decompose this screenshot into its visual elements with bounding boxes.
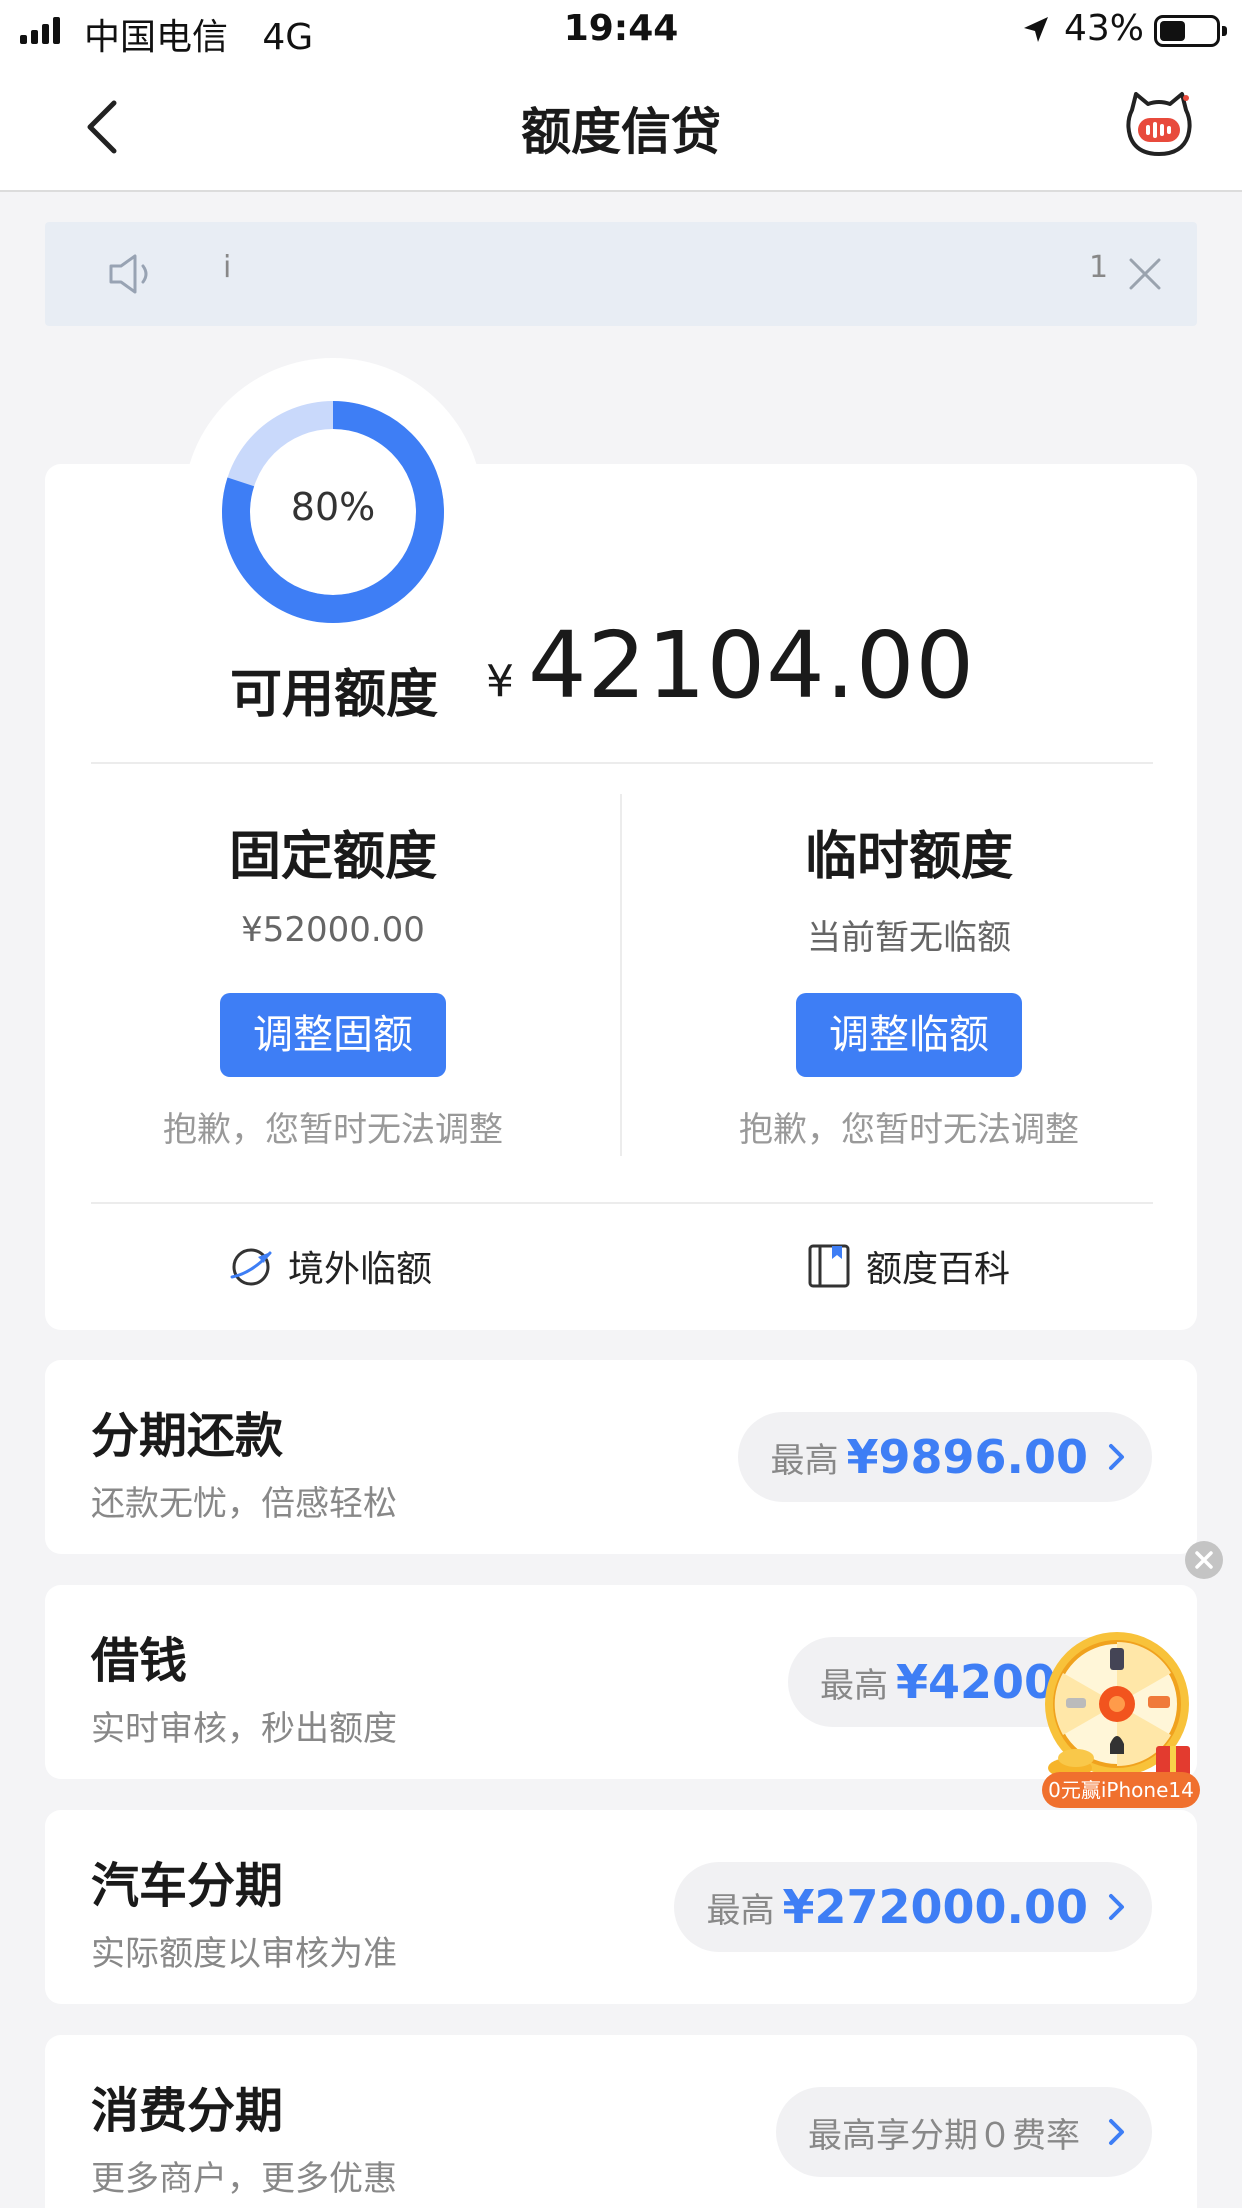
limit-prefix: 最高享分期０费率 bbox=[808, 2115, 1080, 2156]
chevron-right-icon bbox=[1109, 2119, 1124, 2145]
notice-banner[interactable]: i 1 bbox=[45, 222, 1197, 326]
product-title: 消费分期 bbox=[91, 2083, 284, 2139]
battery-icon bbox=[1154, 15, 1227, 47]
chevron-right-icon bbox=[1109, 1444, 1124, 1470]
divider bbox=[91, 762, 1153, 764]
product-subtitle: 实时审核，秒出额度 bbox=[91, 1709, 397, 1749]
product-title: 借钱 bbox=[91, 1633, 188, 1689]
product-card-borrow[interactable]: 借钱 实时审核，秒出额度 最高 ¥42000 bbox=[45, 1585, 1197, 1779]
notice-marquee-text-end: 1 bbox=[1089, 250, 1109, 285]
close-icon[interactable] bbox=[1125, 254, 1165, 294]
fixed-limit-title: 固定额度 bbox=[228, 827, 437, 887]
limit-wiki-label: 额度百科 bbox=[866, 1249, 1011, 1290]
cat-mascot-icon[interactable] bbox=[1124, 90, 1194, 160]
status-bar: 中国电信 4G 19:44 43% bbox=[0, 0, 1242, 62]
available-limit-label: 可用额度 bbox=[230, 665, 439, 725]
limit-prefix: 最高 bbox=[706, 1890, 775, 1931]
clock: 19:44 bbox=[563, 8, 679, 49]
globe-plane-icon bbox=[230, 1248, 272, 1286]
fixed-limit-amount: ¥52000.00 bbox=[241, 910, 425, 950]
product-subtitle: 更多商户，更多优惠 bbox=[91, 2159, 397, 2199]
limit-wiki-link[interactable]: 额度百科 bbox=[806, 1240, 1010, 1292]
overseas-limit-link[interactable]: 境外临额 bbox=[228, 1240, 432, 1292]
book-icon bbox=[808, 1244, 850, 1288]
usage-percent: 80% bbox=[290, 485, 376, 529]
notice-marquee-text: i bbox=[223, 250, 232, 285]
product-title: 分期还款 bbox=[91, 1408, 284, 1464]
divider bbox=[91, 1202, 1153, 1204]
location-arrow-icon bbox=[1024, 17, 1048, 42]
promo-label[interactable]: 0元赢iPhone14 bbox=[1042, 1772, 1200, 1808]
limit-prefix: 最高 bbox=[770, 1440, 839, 1481]
product-limit-pill[interactable]: 最高 ¥9896.00 bbox=[738, 1412, 1152, 1502]
overseas-limit-label: 境外临额 bbox=[288, 1249, 433, 1290]
product-title: 汽车分期 bbox=[91, 1858, 284, 1914]
battery-percent: 43% bbox=[1064, 8, 1145, 49]
product-subtitle: 实际额度以审核为准 bbox=[91, 1934, 397, 1974]
product-card-car-installment[interactable]: 汽车分期 实际额度以审核为准 最高 ¥272000.00 bbox=[45, 1810, 1197, 2004]
product-card-installment-repay[interactable]: 分期还款 还款无忧，倍感轻松 最高 ¥9896.00 bbox=[45, 1360, 1197, 1554]
product-subtitle: 还款无忧，倍感轻松 bbox=[91, 1484, 397, 1524]
temporary-limit-note: 抱歉，您暂时无法调整 bbox=[739, 1110, 1079, 1150]
product-limit-pill[interactable]: 最高 ¥272000.00 bbox=[674, 1862, 1152, 1952]
column-divider bbox=[620, 794, 622, 1156]
limit-amount: ¥272000.00 bbox=[782, 1880, 1088, 1934]
temporary-limit-status: 当前暂无临额 bbox=[807, 918, 1011, 958]
fixed-limit-note: 抱歉，您暂时无法调整 bbox=[163, 1110, 503, 1150]
limit-amount: ¥9896.00 bbox=[846, 1430, 1088, 1484]
speaker-icon bbox=[109, 254, 148, 294]
limit-prefix: 最高 bbox=[819, 1665, 888, 1706]
adjust-fixed-limit-button[interactable]: 调整固额 bbox=[220, 993, 446, 1077]
available-limit-amount: 42104.00 bbox=[528, 612, 975, 719]
currency-symbol: ¥ bbox=[486, 656, 514, 707]
product-limit-pill[interactable]: 最高享分期０费率 bbox=[776, 2087, 1152, 2177]
chevron-right-icon bbox=[1109, 1894, 1124, 1920]
page-title: 额度信贷 bbox=[521, 103, 721, 161]
adjust-temporary-limit-button[interactable]: 调整临额 bbox=[796, 993, 1022, 1077]
product-card-consumer-installment[interactable]: 消费分期 更多商户，更多优惠 最高享分期０费率 bbox=[45, 2035, 1197, 2208]
close-promo-icon[interactable] bbox=[1184, 1540, 1224, 1580]
temporary-limit-title: 临时额度 bbox=[804, 827, 1013, 887]
nav-bar: 额度信贷 bbox=[0, 62, 1242, 192]
